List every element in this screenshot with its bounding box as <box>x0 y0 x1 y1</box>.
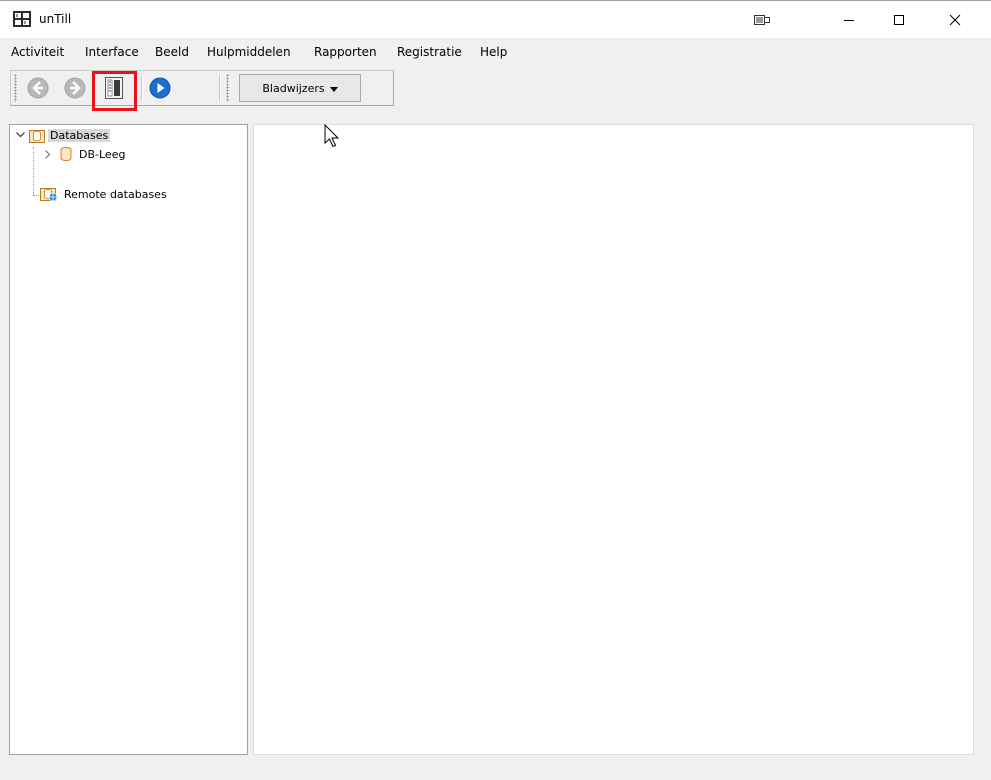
keyboard-icon <box>754 14 770 26</box>
forward-button[interactable] <box>62 76 88 102</box>
mouse-cursor-icon <box>324 123 340 151</box>
selection-highlight <box>92 71 137 111</box>
maximize-button[interactable] <box>876 1 922 38</box>
window-title: unTill <box>39 12 72 26</box>
bookmarks-label: Bladwijzers <box>262 81 325 95</box>
toolbar-separator <box>219 75 221 101</box>
keyboard-button[interactable] <box>739 1 785 38</box>
tree-label-databases: Databases <box>48 128 111 142</box>
back-button[interactable] <box>25 76 51 102</box>
tree-item-db-leeg[interactable]: DB-Leeg <box>42 145 127 163</box>
tree-item-remote-databases[interactable]: Remote databases <box>40 185 169 203</box>
database-icon <box>60 147 72 161</box>
toolbar-grip[interactable] <box>14 74 17 102</box>
close-icon <box>949 14 961 26</box>
chevron-right-icon[interactable] <box>42 148 54 160</box>
toolbar: Bladwijzers <box>10 70 394 111</box>
menu-activiteit[interactable]: Activiteit <box>11 45 64 59</box>
chevron-down-icon[interactable] <box>14 129 26 141</box>
caret-down-icon <box>329 82 338 95</box>
bookmarks-dropdown[interactable]: Bladwijzers <box>239 74 361 102</box>
menu-hulpmiddelen[interactable]: Hulpmiddelen <box>207 45 291 59</box>
menu-beeld[interactable]: Beeld <box>155 45 189 59</box>
tree-label-db-leeg: DB-Leeg <box>79 147 126 161</box>
menu-help[interactable]: Help <box>480 45 507 59</box>
menu-bar: Activiteit Interface Beeld Hulpmiddelen … <box>0 38 991 66</box>
maximize-icon <box>893 14 905 26</box>
app-logo-icon <box>13 11 31 27</box>
tree-item-databases[interactable]: Databases <box>14 126 111 144</box>
databases-folder-icon <box>29 128 45 143</box>
close-button[interactable] <box>932 1 978 38</box>
menu-interface[interactable]: Interface <box>85 45 139 59</box>
forward-icon <box>64 77 86 102</box>
toolbar-grip[interactable] <box>226 74 229 102</box>
run-button[interactable] <box>147 76 173 102</box>
minimize-button[interactable] <box>826 1 872 38</box>
remote-database-icon <box>40 186 58 202</box>
tree-label-remote-databases: Remote databases <box>64 187 167 201</box>
toolbar-separator <box>141 75 143 101</box>
content-panel[interactable] <box>253 124 974 755</box>
menu-registratie[interactable]: Registratie <box>397 45 462 59</box>
back-icon <box>27 77 49 102</box>
minimize-icon <box>843 14 855 26</box>
tree-line <box>33 147 34 195</box>
database-tree-panel[interactable]: Databases DB-Leeg Remote databases <box>9 124 248 755</box>
menu-rapporten[interactable]: Rapporten <box>314 45 377 59</box>
title-bar: unTill <box>0 0 991 38</box>
run-icon <box>149 77 171 102</box>
